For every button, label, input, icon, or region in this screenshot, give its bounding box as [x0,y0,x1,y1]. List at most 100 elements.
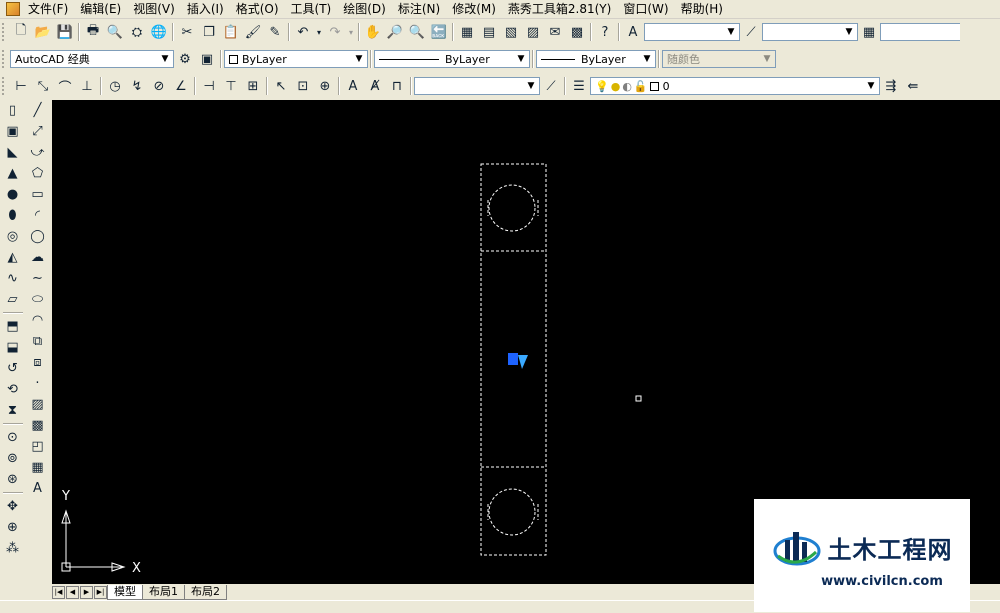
menu-view[interactable]: 视图(V) [129,0,183,18]
linetype-select[interactable]: ByLayer ▼ [374,50,530,68]
planar-surface-icon[interactable]: ▱ [2,289,24,310]
quick-dim-icon[interactable]: ⊣ [198,76,220,96]
ellipse-arc-icon[interactable]: ◠ [27,310,49,331]
make-layer-current-icon[interactable]: ⇶ [880,76,902,96]
polysolid-icon[interactable]: ▯ [2,100,24,121]
cylinder-icon[interactable]: ⬮ [2,205,24,226]
layer-previous-icon[interactable]: ⇚ [902,76,924,96]
cone-icon[interactable]: ▲ [2,163,24,184]
tab-layout2[interactable]: 布局2 [184,584,227,600]
intersect-icon[interactable]: ⊛ [2,469,24,490]
prev-tab-icon[interactable]: ◀ [66,585,79,599]
redo-icon[interactable]: ↷ [324,22,346,42]
layer-select[interactable]: 💡 ● ◐ 🔓 0 ▼ [590,77,880,95]
menu-dimension[interactable]: 标注(N) [394,0,448,18]
dim-style-control[interactable]: ▼ [414,77,540,95]
presspull-icon[interactable]: ⬓ [2,337,24,358]
ordinate-dim-icon[interactable]: ⊥ [76,76,98,96]
polyline-icon[interactable]: ⤻ [27,142,49,163]
tool-palettes-icon[interactable]: ▧ [500,22,522,42]
table-style-icon[interactable]: ▦ [858,22,880,42]
line-icon[interactable]: ╱ [27,100,49,121]
lineweight-select[interactable]: ByLayer ▼ [536,50,656,68]
match-properties-icon[interactable]: 🖌 [242,22,264,42]
continue-dim-icon[interactable]: ⊞ [242,76,264,96]
dim-style-select[interactable]: ▼ [762,23,858,41]
new-icon[interactable]: 🗋 [10,22,32,42]
tab-model[interactable]: 模型 [107,584,143,600]
layer-manager-icon[interactable]: ☰ [568,76,590,96]
properties-icon[interactable]: ▦ [456,22,478,42]
torus-icon[interactable]: ◎ [2,226,24,247]
text-style-select[interactable]: ▼ [644,23,740,41]
cut-icon[interactable]: ✂ [176,22,198,42]
menu-modify[interactable]: 修改(M) [448,0,504,18]
first-tab-icon[interactable]: |◀ [52,585,65,599]
pyramid-icon[interactable]: ◭ [2,247,24,268]
loft-icon[interactable]: ⧗ [2,400,24,421]
3d-rotate-icon[interactable]: ⊕ [2,517,24,538]
toolbar-grip[interactable] [2,23,7,41]
last-tab-icon[interactable]: ▶| [94,585,107,599]
subtract-icon[interactable]: ⊚ [2,448,24,469]
zoom-window-icon[interactable]: 🔍 [406,22,428,42]
dim-edit-icon[interactable]: A [342,76,364,96]
open-icon[interactable]: 📂 [32,22,54,42]
insert-block-icon[interactable]: ⧉ [27,331,49,352]
spline-icon[interactable]: ∼ [27,268,49,289]
pan-icon[interactable]: ✋ [362,22,384,42]
paste-icon[interactable]: 📋 [220,22,242,42]
construction-line-icon[interactable]: ⤢ [27,121,49,142]
linear-dim-icon[interactable]: ⊢ [10,76,32,96]
dim-update-icon[interactable]: ⊓ [386,76,408,96]
help-icon[interactable]: ? [594,22,616,42]
helix-icon[interactable]: ∿ [2,268,24,289]
menu-draw[interactable]: 绘图(D) [339,0,394,18]
arc-length-icon[interactable]: ⌒ [54,76,76,96]
table-icon[interactable]: ▦ [27,457,49,478]
angular-dim-icon[interactable]: ∠ [170,76,192,96]
print-preview-icon[interactable]: 🔍 [104,22,126,42]
color-select[interactable]: ByLayer ▼ [224,50,368,68]
point-icon[interactable]: · [27,373,49,394]
workspace-select[interactable]: AutoCAD 经典 ▼ [10,50,174,68]
revision-cloud-icon[interactable]: ☁ [27,247,49,268]
rectangle-icon[interactable]: ▭ [27,184,49,205]
menu-file[interactable]: 文件(F) [24,0,76,18]
3d-move-icon[interactable]: ✥ [2,496,24,517]
design-center-icon[interactable]: ▤ [478,22,500,42]
toolbar-grip[interactable] [2,50,7,68]
jogged-dim-icon[interactable]: ↯ [126,76,148,96]
leader-icon[interactable]: ↖ [270,76,292,96]
zoom-realtime-icon[interactable]: 🔎 [384,22,406,42]
publish-icon[interactable]: ⛭ [126,22,148,42]
dim-style-manager-icon[interactable]: ⟋ [540,76,562,96]
union-icon[interactable]: ⊙ [2,427,24,448]
sheet-set-icon[interactable]: ▨ [522,22,544,42]
text-style-icon[interactable]: A [622,22,644,42]
block-editor-icon[interactable]: ✎ [264,22,286,42]
sphere-icon[interactable]: ● [2,184,24,205]
save-icon[interactable]: 💾 [54,22,76,42]
menu-insert[interactable]: 插入(I) [183,0,232,18]
center-mark-icon[interactable]: ⊕ [314,76,336,96]
workspace-settings-icon[interactable]: ⚙ [174,49,196,69]
undo-icon[interactable]: ↶ [292,22,314,42]
app-icon[interactable] [6,2,20,16]
box-icon[interactable]: ▣ [2,121,24,142]
text-icon[interactable]: A [27,478,49,499]
toolbar-grip[interactable] [2,77,7,95]
baseline-dim-icon[interactable]: ⊤ [220,76,242,96]
wedge-icon[interactable]: ◣ [2,142,24,163]
circle-icon[interactable]: ◯ [27,226,49,247]
calculator-icon[interactable]: ▩ [566,22,588,42]
next-tab-icon[interactable]: ▶ [80,585,93,599]
menu-help[interactable]: 帮助(H) [677,0,731,18]
undo-dropdown-icon[interactable]: ▾ [314,22,324,42]
ellipse-icon[interactable]: ⬭ [27,289,49,310]
menu-window[interactable]: 窗口(W) [619,0,676,18]
table-style-select[interactable] [880,23,960,41]
sweep-icon[interactable]: ↺ [2,358,24,379]
menu-tools[interactable]: 工具(T) [287,0,340,18]
polygon-icon[interactable]: ⬠ [27,163,49,184]
